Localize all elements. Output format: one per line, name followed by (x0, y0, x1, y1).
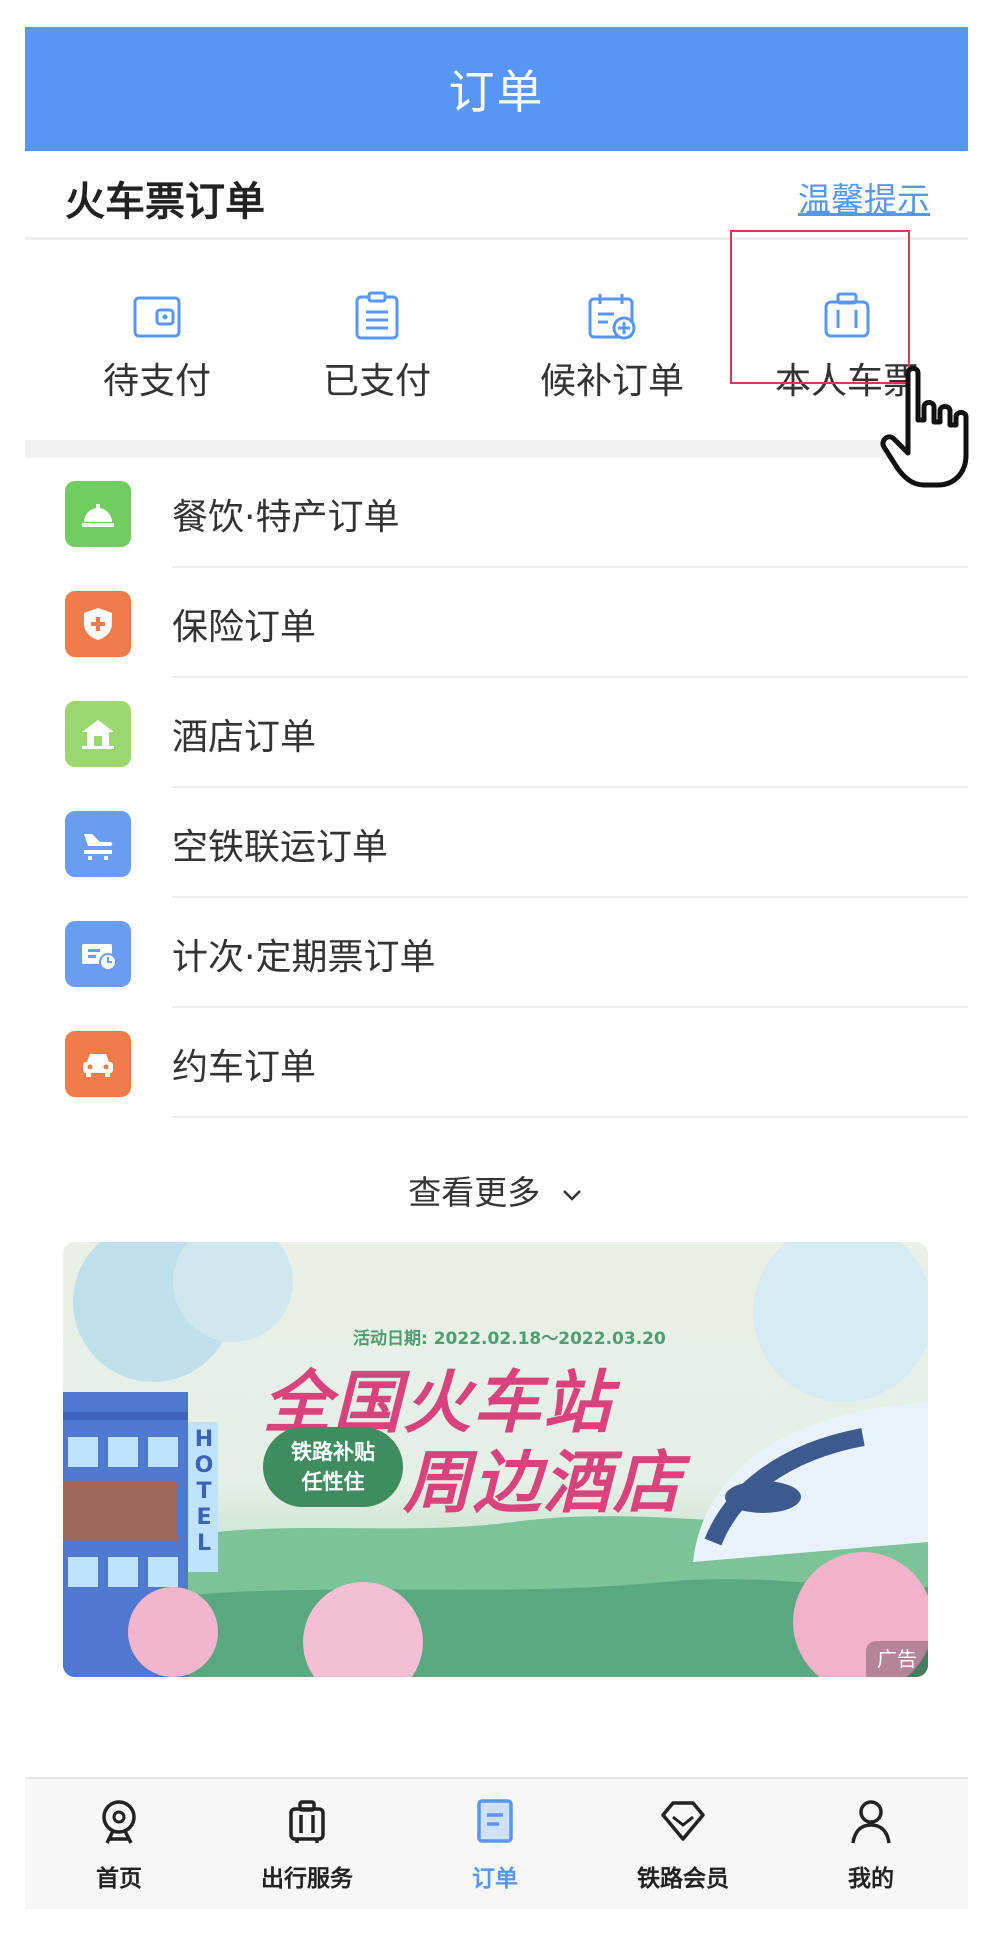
wallet-icon (133, 296, 181, 338)
subsidy-pill: 铁路补贴 任性住 (263, 1427, 403, 1507)
list-item-insurance-orders[interactable]: 保险订单 (25, 568, 968, 678)
plane-rail-icon (65, 811, 131, 877)
calendar-add-icon (588, 294, 636, 340)
suitcase-icon (289, 1800, 325, 1843)
train-ticket-section-header: 火车票订单 温馨提示 (25, 151, 968, 240)
tab-label: 首页 (96, 1866, 142, 1892)
house-icon (65, 701, 131, 767)
tab-label: 订单 (472, 1866, 518, 1892)
pointing-hand-icon (880, 366, 969, 488)
quick-entry-waitlist-orders[interactable]: 候补订单 (512, 240, 712, 440)
list-divider (172, 1116, 968, 1118)
header-bar: 订单 (25, 27, 968, 151)
highlight-box (730, 230, 910, 384)
train-home-icon (102, 1800, 136, 1844)
tab-travel-services[interactable]: 出行服务 (213, 1779, 401, 1909)
ad-badge: 广告 (866, 1641, 928, 1677)
bottom-tab-bar: 首页 出行服务 订单 铁路会员 我的 (25, 1777, 968, 1909)
hotel-sign: HOTEL (194, 1427, 214, 1556)
clipboard-icon (355, 291, 399, 340)
view-more-button[interactable]: 查看更多 (25, 1153, 968, 1233)
tab-orders[interactable]: 订单 (401, 1779, 589, 1909)
section-title: 火车票订单 (65, 179, 265, 225)
section-divider (25, 440, 968, 458)
list-item-label: 约车订单 (172, 1047, 317, 1088)
list-item-car-hailing-orders[interactable]: 约车订单 (25, 1008, 968, 1118)
list-item-label: 保险订单 (172, 607, 317, 648)
document-icon (477, 1799, 513, 1843)
subsidy-pill-line2: 任性住 (301, 1470, 365, 1494)
tab-profile[interactable]: 我的 (777, 1779, 965, 1909)
list-item-label: 餐饮·特产订单 (172, 497, 400, 538)
quick-entry-label: 候补订单 (539, 361, 684, 402)
car-icon (65, 1031, 131, 1097)
list-item-catering-orders[interactable]: 餐饮·特产订单 (25, 458, 968, 568)
promo-banner[interactable]: HOTEL 活动日期: 2022.02.18～2022.03.20 全国火车站 … (63, 1242, 928, 1677)
quick-entry-label: 待支付 (102, 361, 211, 402)
page-title: 订单 (448, 65, 545, 119)
person-icon (851, 1800, 891, 1844)
tab-label: 铁路会员 (637, 1866, 729, 1892)
tab-home[interactable]: 首页 (25, 1779, 213, 1909)
list-item-label: 酒店订单 (172, 717, 317, 758)
view-more-label: 查看更多 (408, 1173, 541, 1212)
banner-date: 活动日期: 2022.02.18～2022.03.20 (353, 1329, 666, 1349)
list-item-periodic-ticket-orders[interactable]: 计次·定期票订单 (25, 898, 968, 1008)
quick-entry-paid[interactable]: 已支付 (277, 240, 477, 440)
tips-link[interactable]: 温馨提示 (798, 173, 930, 221)
quick-entry-pending-payment[interactable]: 待支付 (57, 240, 257, 440)
tab-label: 出行服务 (261, 1866, 353, 1892)
list-item-air-rail-orders[interactable]: 空铁联运订单 (25, 788, 968, 898)
shield-plus-icon (65, 591, 131, 657)
chevron-down-icon (562, 1189, 581, 1201)
list-item-label: 计次·定期票订单 (172, 937, 436, 978)
subsidy-pill-line1: 铁路补贴 (291, 1440, 375, 1464)
list-item-label: 空铁联运订单 (172, 827, 389, 868)
service-bell-icon (65, 481, 131, 547)
ticket-clock-icon (65, 921, 131, 987)
list-item-hotel-orders[interactable]: 酒店订单 (25, 678, 968, 788)
quick-entry-label: 已支付 (322, 361, 431, 402)
diamond-icon (661, 1801, 705, 1841)
tab-label: 我的 (848, 1866, 894, 1892)
banner-title-line2: 周边酒店 (403, 1444, 684, 1523)
tab-railway-membership[interactable]: 铁路会员 (589, 1779, 777, 1909)
other-orders-list: 餐饮·特产订单 保险订单 酒店订单 空铁联运订单 计次·定期票订单 约车订单 (25, 458, 968, 1118)
